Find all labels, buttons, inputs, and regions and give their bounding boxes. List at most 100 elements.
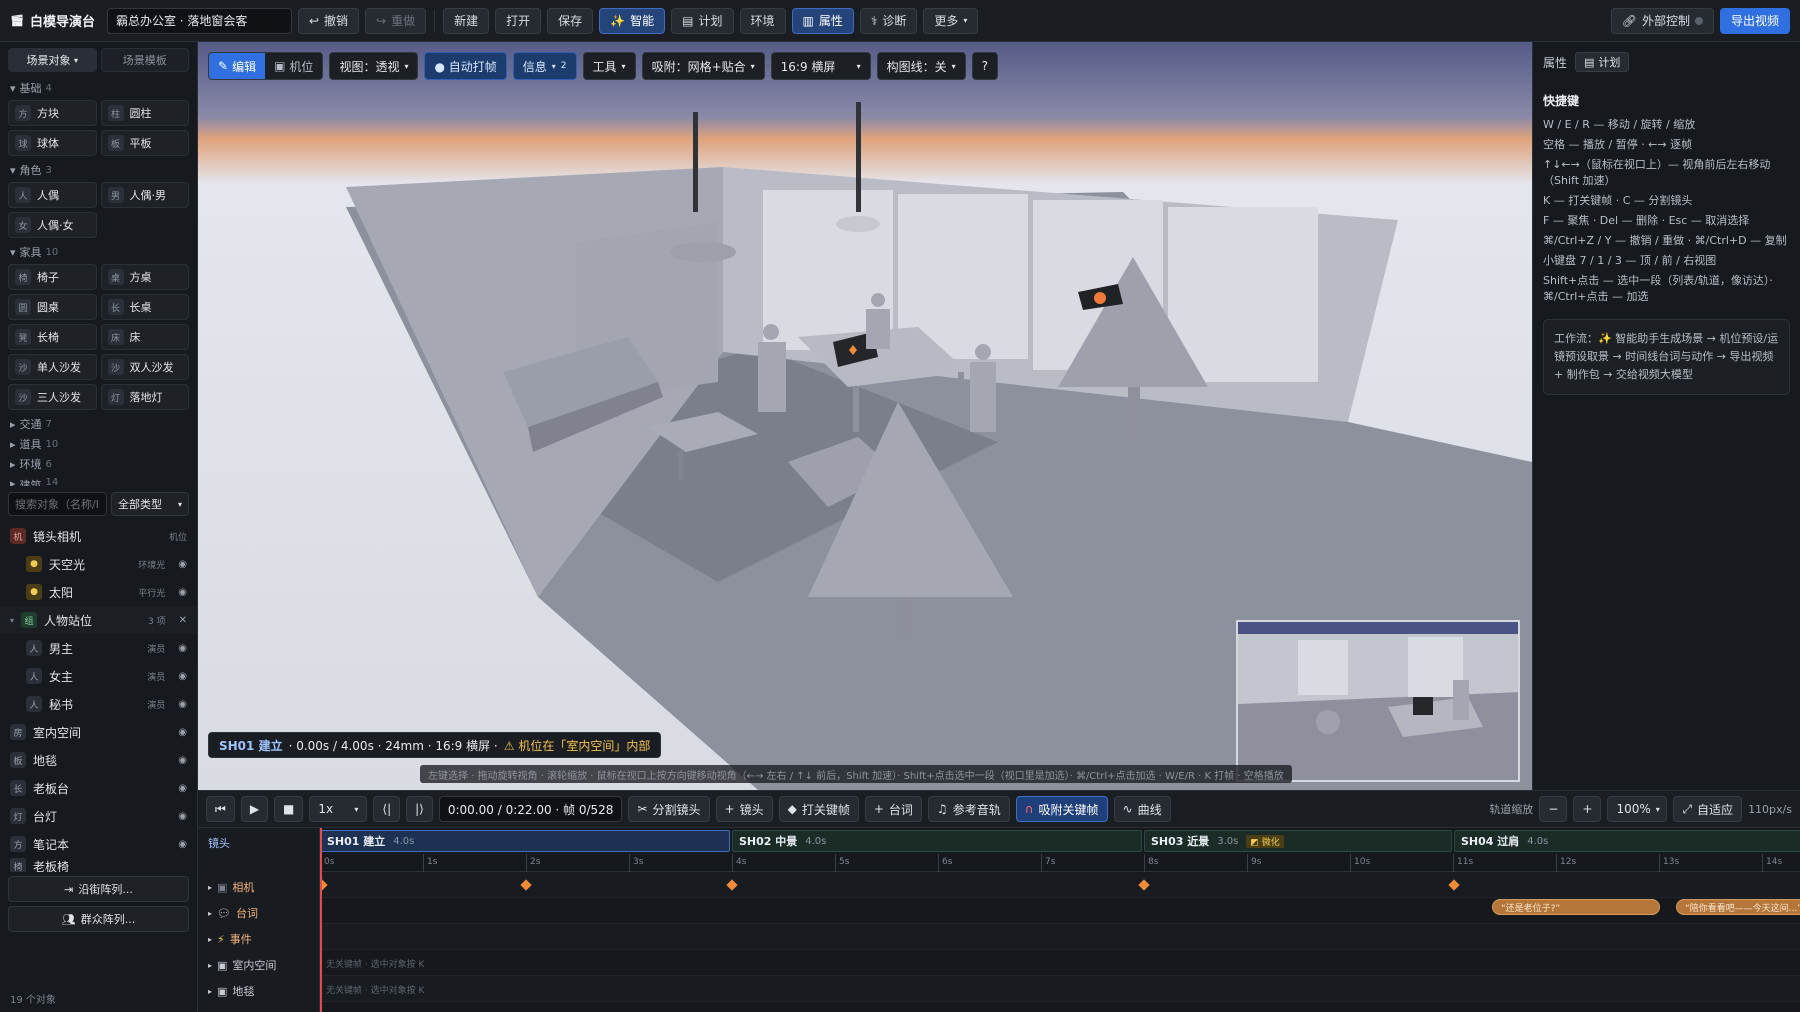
asset-bench[interactable]: 凳长椅 [8,324,97,350]
tools-button[interactable]: 工具 ▾ [582,52,636,80]
redo-button[interactable]: ↪ 重做 [365,7,427,34]
track-label-rug[interactable]: ▸ ▣ 地毯 [198,978,320,1004]
category-props[interactable]: ▸ 道具 10 [0,434,197,454]
plan-button[interactable]: ▤ 计划 [671,7,734,34]
category-traffic[interactable]: ▸ 交通 7 [0,414,197,434]
object-row-male-lead[interactable]: 人男主 演员 ◉ [0,634,197,662]
3d-viewport[interactable]: ✎ 编辑 ▣ 机位 视图：透视 ▾ ● 自动打帧 信息 ▾ 2 工具 ▾ 吸附：网格+贴合 ▾… [198,42,1532,790]
keyframe-diamond[interactable] [1448,879,1460,891]
asset-plane[interactable]: 板平板 [100,130,189,156]
aspect-select[interactable]: 16:9 横屏 ▾ [770,52,871,80]
open-button[interactable]: 打开 [495,7,542,34]
category-basic[interactable]: ▾ 基础 4 [0,78,197,98]
shot-block[interactable]: SH04 过肩 4.0s [1454,830,1800,852]
asset-long-table[interactable]: 长长桌 [100,294,189,320]
camera-mode-button[interactable]: ▣ 机位 [265,53,322,79]
track-row-event[interactable] [320,924,1800,950]
time-ruler[interactable]: 0s 1s 2s 3s 4s 5s 6s 7s 8s 9s 10s 11s 12… [320,854,1800,872]
asset-round-table[interactable]: 圆圆桌 [8,294,97,320]
asset-cylinder[interactable]: 柱圆柱 [100,100,189,126]
shot-block[interactable]: SH03 近景 3.0s ◩ 微化 [1144,830,1452,852]
close-icon[interactable]: ✕ [179,615,187,626]
asset-double-sofa[interactable]: 沙双人沙发 [100,354,189,380]
add-keyframe-button[interactable]: ◆ 打关键帧 [778,796,859,822]
dialogue-clip[interactable]: “还是老位子?” [1492,899,1660,915]
object-row-group-positions[interactable]: ▾ 组人物站位 3 项 ✕ [0,606,197,634]
stop-button[interactable]: ■ [274,796,304,822]
track-label-room[interactable]: ▸ ▣ 室内空间 [198,952,320,978]
zoom-out-button[interactable]: − [1539,796,1568,822]
smart-button[interactable]: ✨ 智能 [599,7,666,34]
category-role[interactable]: ▾ 角色 3 [0,160,197,180]
object-row-boss-chair[interactable]: 椅老板椅 [0,858,197,872]
help-button[interactable]: ? [971,52,999,80]
shot-block[interactable]: SH01 建立 4.0s [320,830,730,852]
split-shot-button[interactable]: ✂ 分割镜头 [628,796,710,822]
more-button[interactable]: 更多 ▾ [923,7,979,34]
category-build[interactable]: ▸ 建筑 14 [0,474,197,486]
object-row-laptop[interactable]: 方笔记本 ◉ [0,830,197,858]
asset-cube[interactable]: 方方块 [8,100,97,126]
keyframe-diamond[interactable] [520,879,532,891]
environment-button[interactable]: 环境 [739,7,786,34]
external-control-button[interactable]: 🔗︎ 外部控制 [1610,7,1714,34]
track-row-camera[interactable] [320,872,1800,898]
asset-chair[interactable]: 椅椅子 [8,264,97,290]
track-row-rug[interactable]: 无关键帧 · 选中对象按 K [320,976,1800,1002]
category-furniture[interactable]: ▾ 家具 10 [0,242,197,262]
eye-icon[interactable]: ◉ [178,811,187,822]
object-row-room[interactable]: 房室内空间 ◉ [0,718,197,746]
undo-button[interactable]: ↩ 撤销 [297,7,360,34]
category-env[interactable]: ▸ 环境 6 [0,454,197,474]
asset-puppet[interactable]: 人人偶 [8,182,97,208]
properties-button[interactable]: ▥ 属性 [791,7,854,34]
dialogue-clip[interactable]: “陪你看看吧——今天这间...” [1676,899,1800,915]
diagnose-button[interactable]: ⚕ 诊断 [859,7,918,34]
shot-block[interactable]: SH02 中景 4.0s [732,830,1142,852]
snap-select[interactable]: 吸附：网格+贴合 ▾ [641,52,765,80]
asset-floor-lamp[interactable]: 灯落地灯 [100,384,189,410]
object-row-desk[interactable]: 长老板台 ◉ [0,774,197,802]
object-search-input[interactable]: 搜索对象（名称/I [8,492,107,516]
asset-triple-sofa[interactable]: 沙三人沙发 [8,384,97,410]
eye-icon[interactable]: ◉ [178,699,187,710]
auto-keyframe-toggle[interactable]: ● 自动打帧 [424,52,507,80]
info-button[interactable]: 信息 ▾ 2 [512,52,577,80]
keyframe-diamond[interactable] [1138,879,1150,891]
plan-tab[interactable]: ▤ 计划 [1575,52,1630,72]
guides-select[interactable]: 构图线：关 ▾ [876,52,966,80]
eye-icon[interactable]: ◉ [178,783,187,794]
track-label-camera[interactable]: ▸ ▣ 相机 [198,874,320,900]
project-name-input[interactable]: 霸总办公室 · 落地窗会客 [106,7,292,34]
zoom-in-button[interactable]: + [1573,796,1602,822]
asset-single-sofa[interactable]: 沙单人沙发 [8,354,97,380]
eye-icon[interactable]: ◉ [178,643,187,654]
new-button[interactable]: 新建 [443,7,490,34]
add-line-button[interactable]: + 台词 [864,796,922,822]
add-shot-button[interactable]: + 镜头 [715,796,773,822]
camera-preview[interactable] [1236,620,1520,782]
eye-icon[interactable]: ◉ [178,671,187,682]
eye-icon[interactable]: ◉ [178,839,187,850]
playhead[interactable] [320,828,322,1012]
export-video-button[interactable]: 导出视频 [1719,7,1790,34]
play-button[interactable]: ▶ [240,796,269,822]
track-row-dialogue[interactable]: “还是老位子?” “陪你看看吧——今天这间...” [320,898,1800,924]
fit-button[interactable]: ⤢ 自适应 [1673,796,1743,822]
prev-frame-button[interactable]: ⟨| [373,796,401,822]
speed-select[interactable]: 1x ▾ [309,796,368,822]
eye-icon[interactable]: ◉ [178,559,187,570]
zoom-select[interactable]: 100% ▾ [1607,796,1668,822]
edit-mode-button[interactable]: ✎ 编辑 [209,53,266,79]
asset-square-table[interactable]: 桌方桌 [100,264,189,290]
timeline[interactable]: 镜头 ▸ ▣ 相机 ▸ 💬︎ 台词 ▸ ⚡ 事件 ▸ ▣ 室内空间 ▸ ▣ 地毯 SH01 建立 4.… [198,828,1800,1012]
snap-keyframe-toggle[interactable]: ∩ 吸附关键帧 [1015,796,1108,822]
object-row-secretary[interactable]: 人秘书 演员 ◉ [0,690,197,718]
crowd-array-button[interactable]: 👥︎ 群众阵列... [8,906,189,932]
keyframe-diamond[interactable] [726,879,738,891]
eye-icon[interactable]: ◉ [178,755,187,766]
save-button[interactable]: 保存 [547,7,594,34]
object-row-skylight[interactable]: ● 天空光 环境光 ◉ [0,550,197,578]
object-row-female-lead[interactable]: 人女主 演员 ◉ [0,662,197,690]
tab-scene-objects[interactable]: 场景对象 ▾ [8,48,97,72]
